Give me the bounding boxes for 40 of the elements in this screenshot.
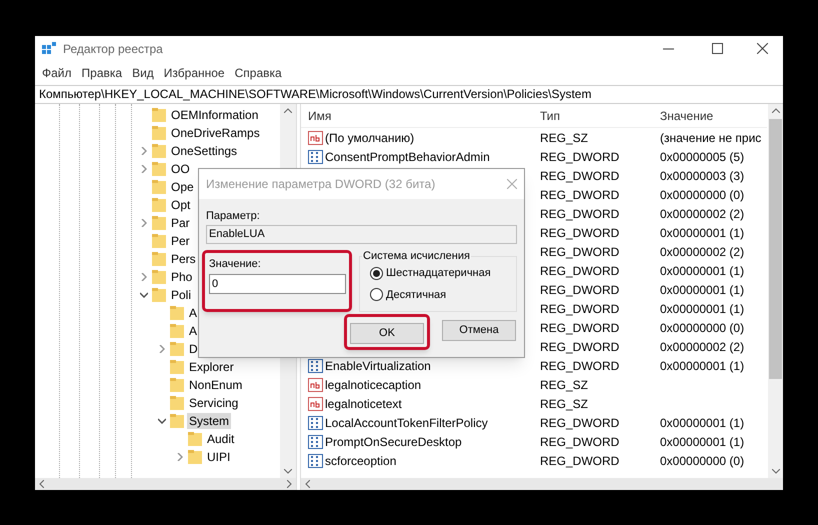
- value-data: 0x00000002 (2): [660, 244, 744, 258]
- radio-label: Шестнадцатеричная: [386, 266, 491, 281]
- value-type: REG_DWORD: [540, 302, 620, 316]
- value-type: REG_DWORD: [540, 434, 620, 448]
- value-type: REG_DWORD: [540, 168, 620, 182]
- value-type: REG_DWORD: [540, 416, 620, 430]
- radio-label: Десятичная: [386, 288, 446, 302]
- value-type: REG_SZ: [540, 396, 588, 410]
- value-data: 0x00000001 (1): [660, 434, 744, 448]
- value-data: 0x00000002 (2): [660, 340, 744, 354]
- value-type: REG_DWORD: [540, 206, 620, 220]
- value-data: (значение не прис: [660, 130, 762, 144]
- value-type: REG_DWORD: [540, 244, 620, 258]
- value-data: 0x00000002 (2): [660, 206, 744, 220]
- value-type: REG_SZ: [540, 378, 588, 392]
- value-data: 0x00000003 (3): [660, 168, 744, 182]
- value-type: REG_SZ: [540, 130, 588, 144]
- value-data: 0x00000001 (1): [660, 264, 744, 278]
- value-label: Значение:: [209, 257, 262, 271]
- window-title: Редактор реестра: [63, 40, 163, 58]
- value-type: REG_DWORD: [540, 150, 620, 164]
- value-data: 0x00000001 (1): [660, 358, 744, 372]
- value-type: REG_DWORD: [540, 358, 620, 372]
- value-type: REG_DWORD: [540, 226, 620, 240]
- value-data: 0x00000000 (0): [660, 454, 744, 468]
- value-type: REG_DWORD: [540, 188, 620, 202]
- dialog-title: Изменение параметра DWORD (32 бита): [206, 176, 436, 193]
- value-data: 0x00000001 (1): [660, 226, 744, 240]
- value-type: REG_DWORD: [540, 454, 620, 468]
- value-type: REG_DWORD: [540, 340, 620, 354]
- value-data: 0x00000001 (1): [660, 302, 744, 316]
- value-data: 0x00000001 (1): [660, 416, 744, 430]
- value-type: REG_DWORD: [540, 320, 620, 334]
- value-data: 0x00000001 (1): [660, 282, 744, 296]
- value-data: 0x00000000 (0): [660, 188, 744, 202]
- value-type: REG_DWORD: [540, 264, 620, 278]
- value-data: 0x00000000 (0): [660, 320, 744, 334]
- parameter-label: Параметр:: [206, 209, 261, 223]
- value-type: REG_DWORD: [540, 282, 620, 296]
- value-data: 0x00000005 (5): [660, 150, 744, 164]
